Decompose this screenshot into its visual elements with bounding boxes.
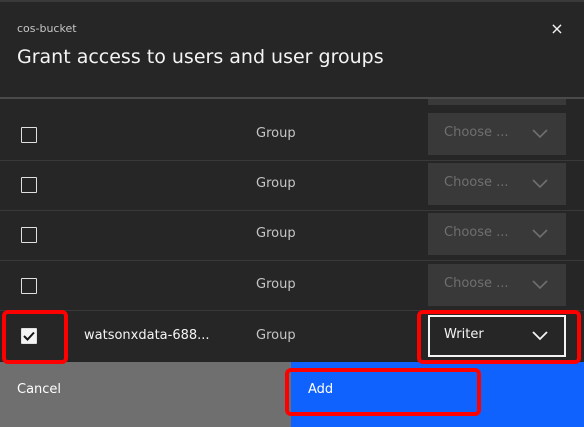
row-checkbox[interactable] — [21, 227, 37, 243]
modal-footer: Cancel Add — [0, 362, 584, 427]
cancel-button[interactable]: Cancel — [0, 362, 291, 427]
role-select[interactable]: Choose ... — [428, 213, 566, 255]
modal-header: cos-bucket Grant access to users and use… — [0, 0, 584, 98]
cancel-button-label: Cancel — [17, 382, 62, 397]
table-row: Group Choose ... — [0, 160, 584, 211]
table-row: Group Choose ... — [0, 260, 584, 311]
role-select[interactable]: Writer — [428, 315, 566, 357]
add-button[interactable]: Add — [291, 362, 584, 427]
close-icon[interactable]: × — [546, 18, 568, 40]
row-type: Group — [256, 328, 296, 343]
chevron-down-icon — [532, 179, 548, 189]
row-type: Group — [256, 277, 296, 292]
partial-role-select — [428, 99, 566, 105]
role-select-value: Choose ... — [444, 175, 509, 190]
role-select[interactable]: Choose ... — [428, 113, 566, 155]
role-select[interactable]: Choose ... — [428, 264, 566, 306]
chevron-down-icon — [532, 331, 548, 341]
table-row: Group Choose ... — [0, 210, 584, 261]
header-divider — [0, 0, 584, 2]
row-type: Group — [256, 176, 296, 191]
row-checkbox[interactable] — [21, 328, 37, 344]
role-select-value: Choose ... — [444, 225, 509, 240]
row-type: Group — [256, 226, 296, 241]
row-checkbox[interactable] — [21, 127, 37, 143]
chevron-down-icon — [532, 129, 548, 139]
role-select[interactable]: Choose ... — [428, 163, 566, 205]
role-select-value: Choose ... — [444, 125, 509, 140]
row-checkbox[interactable] — [21, 177, 37, 193]
chevron-down-icon — [532, 229, 548, 239]
row-checkbox[interactable] — [21, 278, 37, 294]
table-row: Group Choose ... — [0, 110, 584, 161]
modal-title: Grant access to users and user groups — [17, 46, 384, 68]
row-type: Group — [256, 126, 296, 141]
chevron-down-icon — [532, 280, 548, 290]
add-button-label: Add — [308, 382, 334, 397]
checkmark-icon — [23, 331, 35, 341]
row-name: watsonxdata-688... — [84, 328, 210, 343]
modal-eyebrow: cos-bucket — [17, 22, 77, 35]
table-row: watsonxdata-688... Group Writer — [0, 311, 584, 361]
role-select-value: Choose ... — [444, 276, 509, 291]
role-select-value: Writer — [444, 327, 484, 342]
